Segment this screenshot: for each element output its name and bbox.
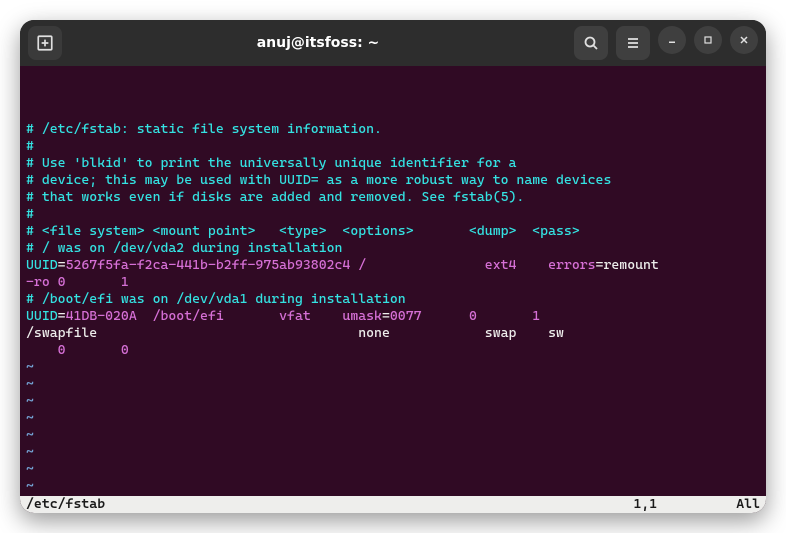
tilde-line: ~ xyxy=(26,359,34,375)
tilde-line: ~ xyxy=(26,393,34,409)
swap-values: 0 0 xyxy=(26,342,129,358)
uuid-key: UUID xyxy=(26,308,58,324)
vim-statusbar: /etc/fstab 1,1 All xyxy=(20,496,766,513)
close-button[interactable] xyxy=(730,26,758,54)
pass-value: 1 xyxy=(532,308,540,324)
separator xyxy=(477,308,532,324)
uuid-value: 5267f5fa-f2ca-441b-b2ff-975ab93802c4 / e… xyxy=(66,257,596,273)
uuid-key: UUID xyxy=(26,257,58,273)
tilde-line: ~ xyxy=(26,444,34,460)
comment-line: # device; this may be used with UUID= as… xyxy=(26,172,611,188)
equals-sign: =remount xyxy=(596,257,659,273)
terminal-window: anuj@itsfoss: ~ xyxy=(20,20,766,513)
comment-line: # /boot/efi was on /dev/vda1 during inst… xyxy=(26,291,406,307)
umask-value: 0077 xyxy=(390,308,469,324)
comment-line: # <file system> <mount point> <type> <op… xyxy=(26,223,580,239)
swapfile-line: /swapfile none swap sw xyxy=(26,325,643,341)
status-filename: /etc/fstab xyxy=(26,496,168,513)
tilde-line: ~ xyxy=(26,410,34,426)
status-scroll: All xyxy=(736,496,760,513)
comment-line: # xyxy=(26,138,34,154)
fstab-options: -ro 0 1 xyxy=(26,274,129,290)
comment-line: # Use 'blkid' to print the universally u… xyxy=(26,155,516,171)
status-position: 1,1 xyxy=(633,496,736,513)
status-spacer xyxy=(168,496,633,513)
tilde-line: ~ xyxy=(26,461,34,477)
menu-button[interactable] xyxy=(616,26,650,60)
comment-line: # xyxy=(26,206,34,222)
new-tab-button[interactable] xyxy=(28,26,62,60)
dump-value: 0 xyxy=(469,308,477,324)
equals-sign: = xyxy=(382,308,390,324)
titlebar-actions xyxy=(574,26,758,60)
tilde-line: ~ xyxy=(26,427,34,443)
comment-line: # that works even if disks are added and… xyxy=(26,189,524,205)
equals-sign: = xyxy=(58,257,66,273)
tilde-line: ~ xyxy=(26,478,34,494)
comment-line: # /etc/fstab: static file system informa… xyxy=(26,121,382,137)
titlebar: anuj@itsfoss: ~ xyxy=(20,20,766,66)
window-title: anuj@itsfoss: ~ xyxy=(70,35,566,51)
comment-line: # / was on /dev/vda2 during installation xyxy=(26,240,342,256)
minimize-button[interactable] xyxy=(658,26,686,54)
maximize-button[interactable] xyxy=(694,26,722,54)
tilde-line: ~ xyxy=(26,376,34,392)
equals-sign: = xyxy=(58,308,66,324)
terminal-body[interactable]: # /etc/fstab: static file system informa… xyxy=(20,66,766,513)
editor-content: # /etc/fstab: static file system informa… xyxy=(20,100,766,513)
uuid-value: 41DB-020A /boot/efi vfat umask xyxy=(66,308,382,324)
search-button[interactable] xyxy=(574,26,608,60)
